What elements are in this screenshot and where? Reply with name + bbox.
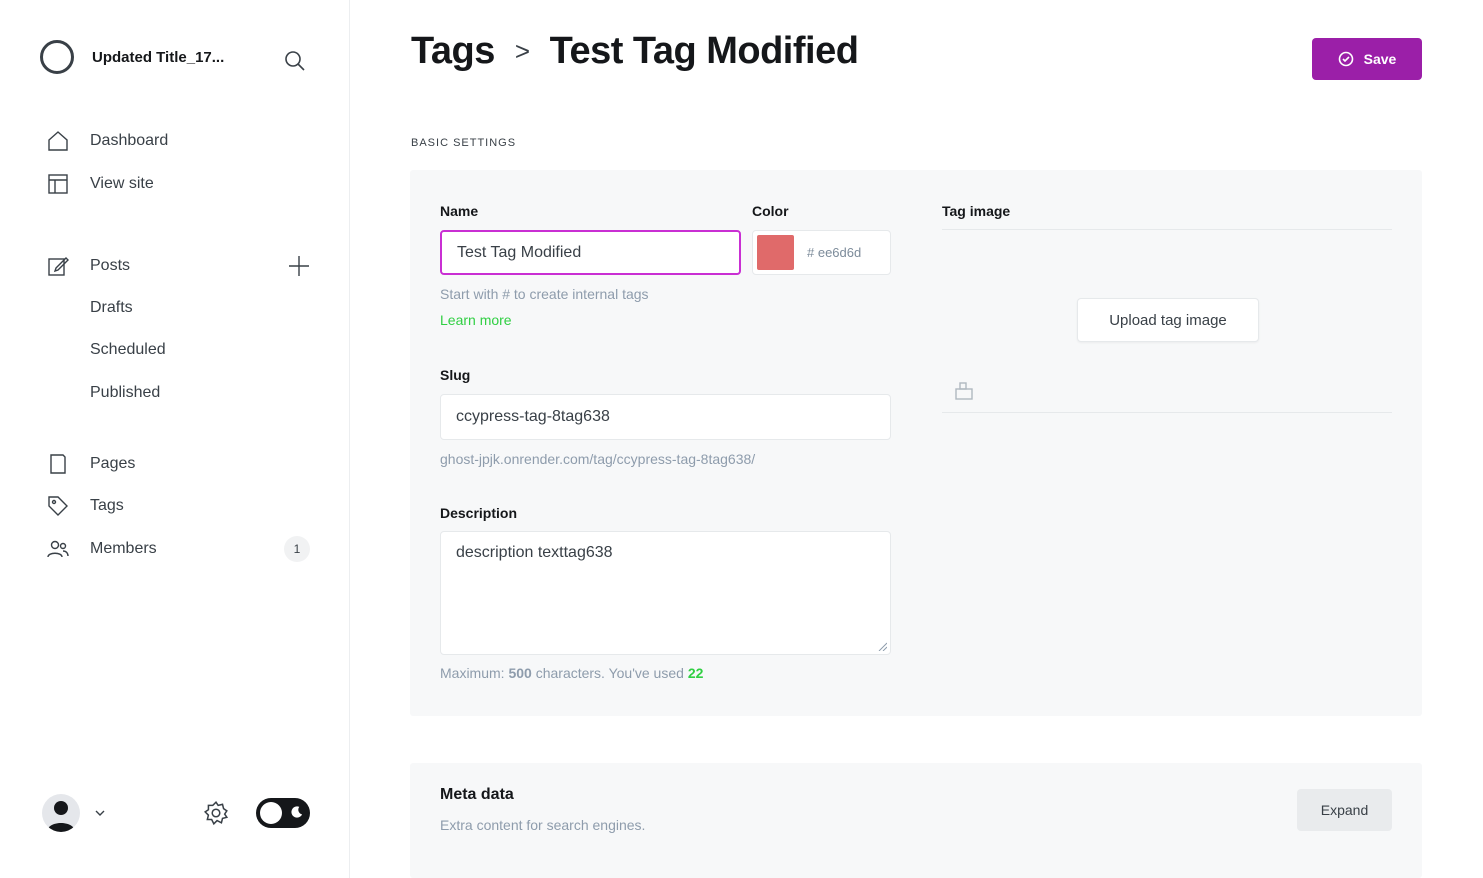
description-char-count: Maximum: 500 characters. You've used 22 bbox=[440, 665, 703, 681]
breadcrumb-separator: > bbox=[514, 36, 530, 66]
tag-image-label: Tag image bbox=[942, 203, 1011, 219]
toggle-knob bbox=[260, 802, 282, 824]
members-icon bbox=[47, 540, 69, 558]
moon-icon bbox=[291, 806, 303, 818]
description-textarea[interactable]: description texttag638 bbox=[440, 531, 891, 655]
color-swatch[interactable] bbox=[757, 235, 794, 270]
nav-members-label: Members bbox=[90, 540, 157, 557]
sidebar: Updated Title_17... Dashboard View site … bbox=[0, 0, 350, 878]
site-title: Updated Title_17... bbox=[92, 48, 225, 66]
site-brand[interactable]: Updated Title_17... bbox=[40, 40, 262, 74]
page-icon bbox=[50, 454, 66, 474]
save-button[interactable]: Save bbox=[1312, 38, 1422, 80]
name-help-text: Start with # to create internal tags bbox=[440, 286, 649, 302]
resize-handle-icon[interactable] bbox=[877, 641, 887, 651]
add-post-icon[interactable] bbox=[287, 254, 311, 278]
nav-members[interactable]: Members bbox=[46, 537, 157, 561]
slug-url-preview: ghost-jpjk.onrender.com/tag/ccypress-tag… bbox=[440, 451, 756, 467]
section-label-basic: BASIC SETTINGS bbox=[411, 137, 517, 149]
nav-view-site[interactable]: View site bbox=[46, 172, 154, 196]
slug-label: Slug bbox=[440, 367, 471, 383]
description-label: Description bbox=[440, 505, 518, 521]
layout-icon bbox=[48, 174, 68, 194]
user-avatar[interactable] bbox=[42, 794, 80, 832]
page-title: Tags > Test Tag Modified bbox=[411, 30, 859, 73]
char-count-used: 22 bbox=[687, 665, 704, 681]
edit-icon bbox=[48, 257, 69, 276]
gear-icon[interactable] bbox=[203, 800, 229, 826]
color-picker[interactable]: # ee6d6d bbox=[752, 230, 891, 275]
nav-published[interactable]: Published bbox=[90, 381, 160, 405]
nav-tags[interactable]: Tags bbox=[46, 494, 124, 518]
nav-scheduled[interactable]: Scheduled bbox=[90, 338, 166, 362]
nav-pages[interactable]: Pages bbox=[46, 452, 135, 476]
dark-mode-toggle[interactable] bbox=[256, 798, 310, 828]
user-icon bbox=[47, 801, 75, 832]
nav-posts-label: Posts bbox=[90, 257, 131, 274]
site-logo-icon bbox=[40, 40, 74, 74]
color-hex-value[interactable]: # ee6d6d bbox=[807, 245, 861, 260]
nav-dashboard[interactable]: Dashboard bbox=[46, 129, 168, 153]
tag-title: Test Tag Modified bbox=[549, 30, 859, 72]
slug-input[interactable]: ccypress-tag-8tag638 bbox=[440, 394, 891, 440]
nav-dashboard-label: Dashboard bbox=[90, 132, 169, 149]
home-icon bbox=[48, 131, 68, 151]
breadcrumb-tags[interactable]: Tags bbox=[411, 30, 495, 73]
search-icon[interactable] bbox=[283, 49, 307, 73]
nav-tags-label: Tags bbox=[90, 497, 124, 514]
meta-data-title: Meta data bbox=[440, 786, 514, 803]
image-placeholder-icon bbox=[955, 382, 973, 400]
name-label: Name bbox=[440, 203, 479, 219]
char-count-middle: characters. You've used bbox=[535, 665, 684, 681]
color-label: Color bbox=[752, 203, 789, 219]
check-icon bbox=[1338, 51, 1353, 67]
upload-tag-image-button[interactable]: Upload tag image bbox=[1077, 298, 1259, 342]
char-count-max: 500 bbox=[508, 665, 532, 681]
chevron-down-icon[interactable] bbox=[92, 805, 108, 821]
nav-posts[interactable]: Posts bbox=[46, 254, 130, 278]
members-count-badge: 1 bbox=[284, 536, 310, 562]
tag-icon bbox=[48, 496, 68, 516]
expand-button[interactable]: Expand bbox=[1297, 789, 1392, 831]
learn-more-link[interactable]: Learn more bbox=[440, 312, 512, 328]
char-count-prefix: Maximum: bbox=[440, 665, 505, 681]
nav-pages-label: Pages bbox=[90, 455, 136, 472]
nav-drafts[interactable]: Drafts bbox=[90, 296, 133, 320]
save-label: Save bbox=[1363, 51, 1397, 67]
name-input[interactable]: Test Tag Modified bbox=[440, 230, 741, 275]
nav-view-site-label: View site bbox=[90, 175, 154, 192]
meta-data-subtitle: Extra content for search engines. bbox=[440, 817, 646, 833]
